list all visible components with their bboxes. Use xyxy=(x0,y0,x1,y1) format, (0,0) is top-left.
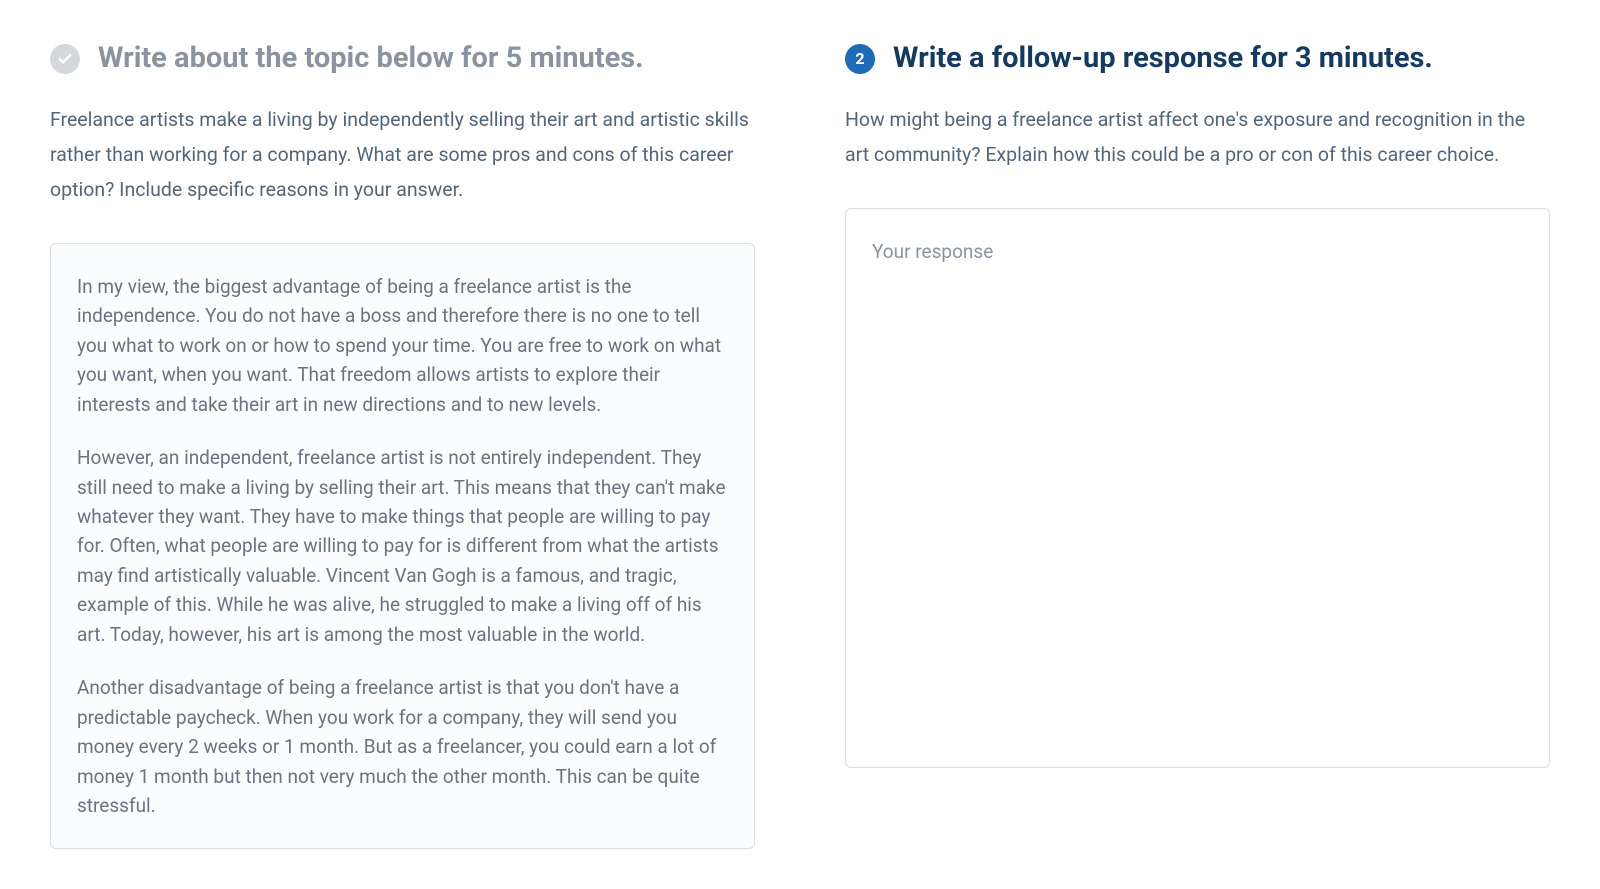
step-number-badge: 2 xyxy=(845,44,875,74)
step-1-response: In my view, the biggest advantage of bei… xyxy=(50,243,755,849)
step-1-prompt: Freelance artists make a living by indep… xyxy=(50,102,755,207)
check-icon xyxy=(50,44,80,74)
response-paragraph: However, an independent, freelance artis… xyxy=(77,443,728,649)
step-1-header: Write about the topic below for 5 minute… xyxy=(50,40,755,78)
step-1-column: Write about the topic below for 5 minute… xyxy=(50,40,755,849)
response-paragraph: Another disadvantage of being a freelanc… xyxy=(77,673,728,820)
step-1-heading: Write about the topic below for 5 minute… xyxy=(98,40,644,78)
step-2-column: 2 Write a follow-up response for 3 minut… xyxy=(845,40,1550,849)
step-2-header: 2 Write a follow-up response for 3 minut… xyxy=(845,40,1550,78)
response-input[interactable] xyxy=(845,208,1550,768)
response-paragraph: In my view, the biggest advantage of bei… xyxy=(77,272,728,419)
step-2-heading: Write a follow-up response for 3 minutes… xyxy=(893,40,1433,78)
step-2-prompt: How might being a freelance artist affec… xyxy=(845,102,1550,172)
